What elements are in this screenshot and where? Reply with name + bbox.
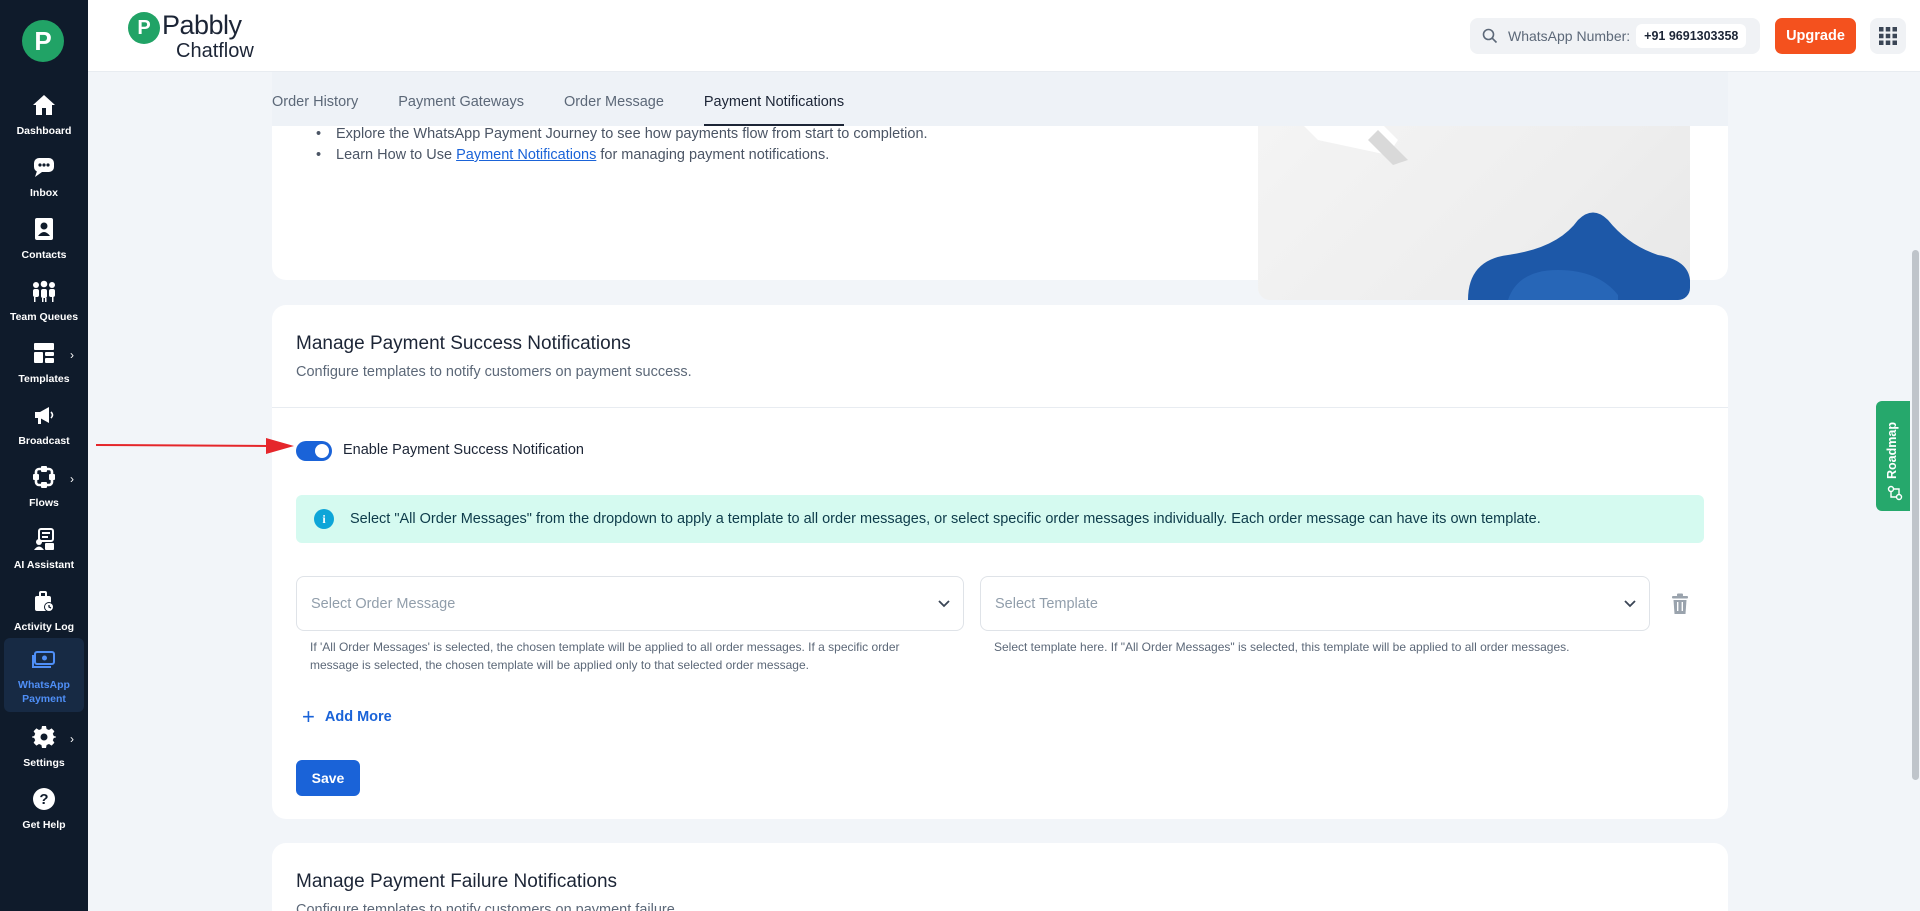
intro-bullet-1: Explore the WhatsApp Payment Journey to … (336, 126, 928, 142)
sidebar-item-templates[interactable]: Templates › (4, 332, 84, 392)
toggle-label: Enable Payment Success Notification (343, 442, 584, 458)
search-icon (1482, 28, 1498, 44)
sidebar-item-broadcast[interactable]: Broadcast (4, 394, 84, 454)
templates-icon (31, 340, 57, 366)
sidebar-item-label: Settings (23, 757, 65, 769)
chevron-down-icon (1624, 600, 1636, 608)
intro-illustration (1258, 120, 1690, 300)
brand-mark-icon: P (128, 12, 160, 44)
contact-book-icon (31, 216, 57, 242)
info-alert: i Select "All Order Messages" from the d… (296, 495, 1704, 543)
add-more-label: Add More (324, 709, 392, 725)
chevron-down-icon (938, 600, 950, 608)
list-item: Learn How to Use Payment Notifications f… (314, 145, 928, 166)
ai-assistant-icon (31, 526, 57, 552)
order-message-select[interactable]: Select Order Message (296, 576, 964, 631)
template-placeholder: Select Template (995, 595, 1098, 612)
payment-notifications-link[interactable]: Payment Notifications (456, 147, 596, 163)
app-logo-letter: P (34, 25, 52, 56)
chevron-right-icon: › (70, 348, 74, 362)
sidebar-item-get-help[interactable]: ? Get Help (4, 778, 84, 838)
sidebar-item-label: Team Queues (9, 311, 79, 323)
sidebar-item-ai-assistant[interactable]: AI Assistant (4, 518, 84, 578)
sidebar-item-label: Templates (18, 373, 70, 385)
section-title: Manage Payment Failure Notifications (296, 871, 618, 892)
section-title: Manage Payment Success Notifications (296, 333, 631, 354)
tab-order-message[interactable]: Order Message (564, 94, 664, 126)
template-select[interactable]: Select Template (980, 576, 1650, 631)
section-subtitle: Configure templates to notify customers … (296, 364, 692, 380)
template-help: Select template here. If "All Order Mess… (994, 640, 1570, 654)
brand-logo[interactable]: P Pabbly Chatflow (128, 12, 254, 61)
sidebar-item-label: Inbox (30, 187, 58, 199)
tab-order-history[interactable]: Order History (272, 94, 358, 126)
whatsapp-number-selector[interactable]: WhatsApp Number: +91 9691303358 (1470, 18, 1760, 54)
upgrade-button[interactable]: Upgrade (1775, 18, 1856, 54)
scrollbar-thumb[interactable] (1912, 250, 1919, 780)
sidebar-item-activity-log[interactable]: Activity Log (4, 580, 84, 640)
grid-icon (1879, 27, 1897, 45)
order-message-help: If 'All Order Messages' is selected, the… (310, 640, 900, 672)
svg-text:?: ? (39, 791, 48, 808)
enable-success-toggle[interactable] (296, 441, 332, 461)
sidebar-item-flows[interactable]: Flows › (4, 456, 84, 516)
add-more-button[interactable]: + Add More (302, 706, 392, 728)
sidebar-item-dashboard[interactable]: Dashboard (4, 84, 84, 144)
apps-grid-button[interactable] (1870, 18, 1906, 54)
payment-failure-card: Manage Payment Failure Notifications Con… (272, 843, 1728, 911)
megaphone-icon (31, 402, 57, 428)
sidebar-item-contacts[interactable]: Contacts (4, 208, 84, 268)
top-header: P Pabbly Chatflow WhatsApp Number: +91 9… (88, 0, 1920, 72)
info-icon: i (314, 509, 334, 529)
intro-list: Explore the WhatsApp Payment Journey to … (314, 124, 928, 166)
divider (272, 407, 1728, 408)
sidebar-item-label: Get Help (22, 819, 66, 831)
sidebar: P Dashboard Inbox Contacts Team Queues T… (0, 0, 88, 911)
roadmap-tab[interactable]: Roadmap (1876, 401, 1914, 511)
sidebar-item-label: Contacts (21, 249, 67, 261)
sidebar-item-team-queues[interactable]: Team Queues (4, 270, 84, 330)
payment-success-card: Manage Payment Success Notifications Con… (272, 305, 1728, 819)
sidebar-item-settings[interactable]: Settings › (4, 716, 84, 776)
whatsapp-number-value: +91 9691303358 (1636, 24, 1747, 48)
info-text: Select "All Order Messages" from the dro… (350, 511, 1541, 527)
chevron-right-icon: › (70, 732, 74, 746)
trash-icon[interactable] (1670, 593, 1690, 615)
home-icon (31, 92, 57, 118)
tab-bar: Order History Payment Gateways Order Mes… (272, 72, 1728, 126)
brand-product: Chatflow (176, 40, 254, 62)
activity-log-icon (31, 588, 57, 614)
sidebar-item-label: AI Assistant (13, 559, 75, 571)
sidebar-item-label: Dashboard (16, 125, 72, 137)
annotation-arrow (96, 438, 294, 454)
plus-icon: + (302, 704, 315, 729)
section-subtitle: Configure templates to notify customers … (296, 902, 679, 911)
roadmap-icon (1887, 485, 1903, 501)
sidebar-item-label: Activity Log (13, 621, 75, 633)
save-button[interactable]: Save (296, 760, 360, 796)
chevron-right-icon: › (70, 472, 74, 486)
intro-bullet-2-suffix: for managing payment notifications. (596, 147, 830, 163)
roadmap-label: Roadmap (1885, 422, 1899, 479)
app-logo[interactable]: P (22, 20, 64, 62)
intro-bullet-2-prefix: Learn How to Use (336, 147, 457, 163)
sidebar-item-whatsapp-payment[interactable]: WhatsApp Payment (4, 638, 84, 712)
tab-payment-gateways[interactable]: Payment Gateways (398, 94, 524, 126)
order-message-placeholder: Select Order Message (311, 595, 456, 612)
list-item: Explore the WhatsApp Payment Journey to … (314, 124, 928, 145)
gear-icon (31, 724, 57, 750)
payment-icon (31, 646, 57, 672)
brand-name: Pabbly (162, 10, 242, 40)
tab-payment-notifications[interactable]: Payment Notifications (703, 94, 845, 126)
sidebar-item-label: Flows (29, 497, 59, 509)
whatsapp-number-label: WhatsApp Number: (1508, 28, 1631, 44)
sidebar-item-label: WhatsApp Payment (18, 679, 70, 706)
team-icon (31, 278, 57, 304)
help-icon: ? (31, 786, 57, 812)
sidebar-item-label: Broadcast (18, 435, 70, 447)
sidebar-item-inbox[interactable]: Inbox (4, 146, 84, 206)
flows-icon (31, 464, 57, 490)
chat-icon (31, 154, 57, 180)
